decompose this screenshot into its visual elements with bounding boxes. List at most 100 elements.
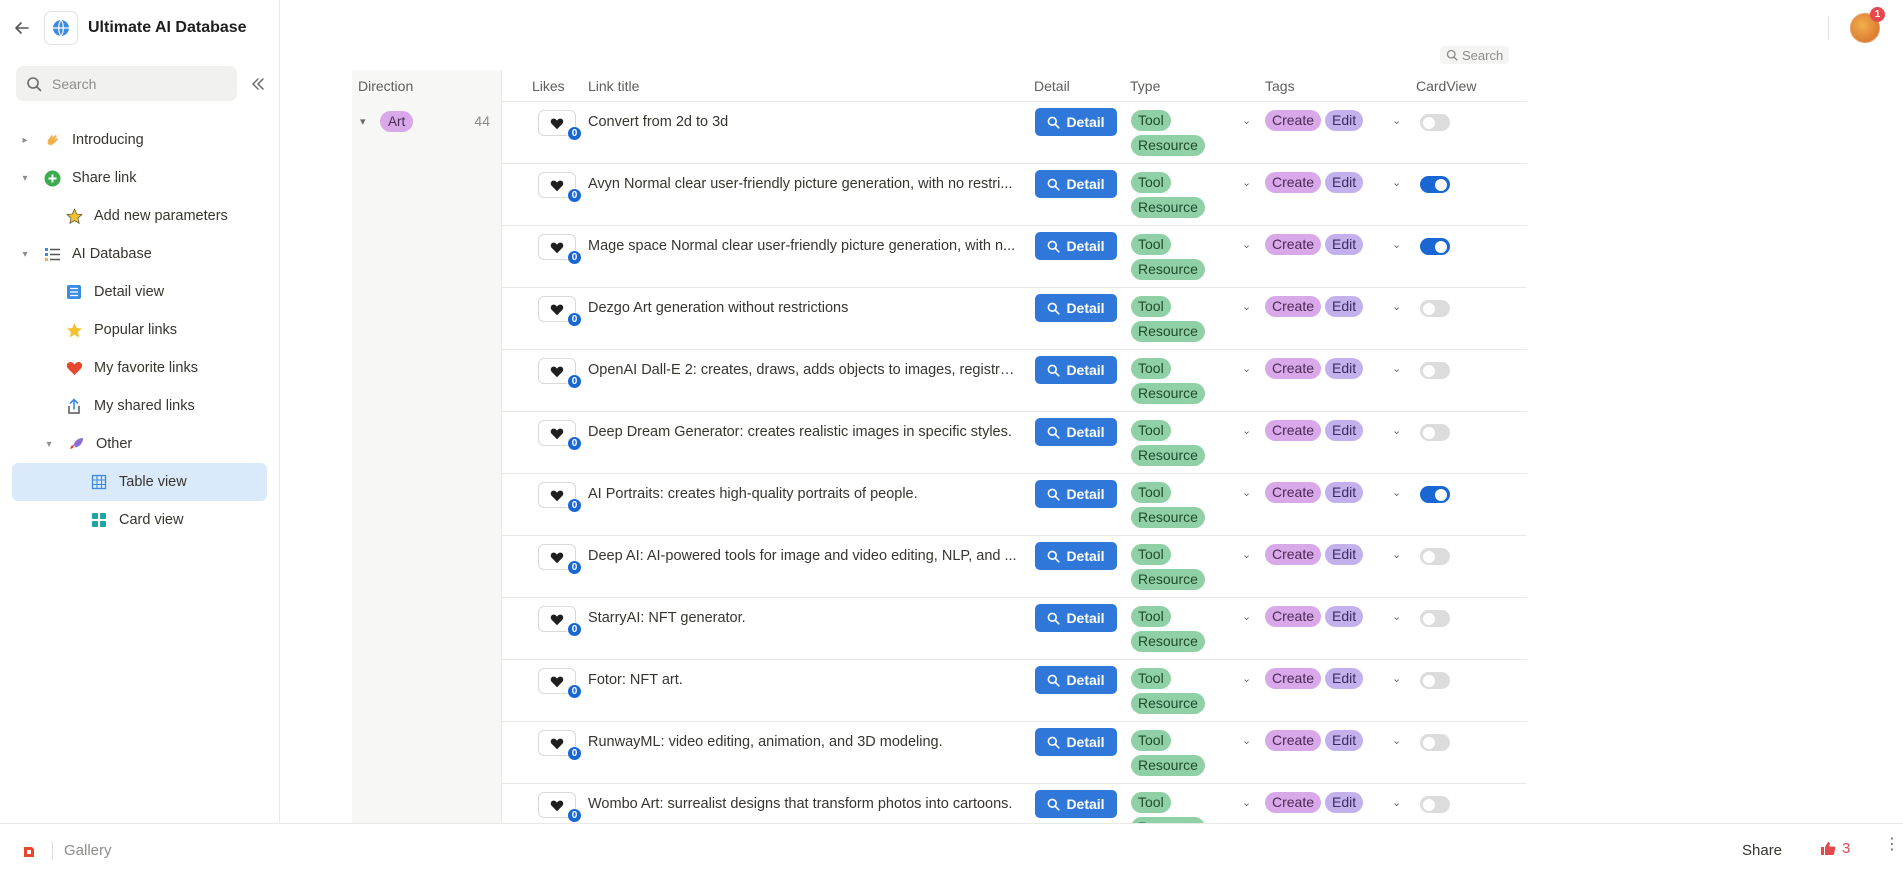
- back-button[interactable]: [12, 18, 32, 38]
- chevron-down-icon[interactable]: ⌄: [1242, 734, 1251, 747]
- column-header-detail[interactable]: Detail: [1034, 70, 1070, 102]
- chevron-down-icon[interactable]: ⌄: [1242, 238, 1251, 251]
- chevron-down-icon[interactable]: ⌄: [1242, 300, 1251, 313]
- detail-button[interactable]: Detail: [1035, 790, 1117, 818]
- detail-button[interactable]: Detail: [1035, 418, 1117, 446]
- detail-button[interactable]: Detail: [1035, 108, 1117, 136]
- cardview-toggle[interactable]: [1420, 610, 1450, 627]
- sidebar-search-input[interactable]: [52, 75, 222, 92]
- chevron-right-icon[interactable]: ▸: [18, 135, 32, 146]
- tags-cell[interactable]: Create Edit: [1265, 234, 1405, 255]
- chevron-down-icon[interactable]: ⌄: [1392, 548, 1401, 561]
- collapse-sidebar-button[interactable]: [249, 75, 267, 93]
- tags-cell[interactable]: Create Edit: [1265, 606, 1405, 627]
- chevron-down-icon[interactable]: ▾: [18, 173, 32, 184]
- type-cell[interactable]: Tool Resource: [1131, 234, 1251, 280]
- type-cell[interactable]: Tool Resource: [1131, 668, 1251, 714]
- type-cell[interactable]: Tool Resource: [1131, 172, 1251, 218]
- detail-button[interactable]: Detail: [1035, 356, 1117, 384]
- detail-button[interactable]: Detail: [1035, 480, 1117, 508]
- chevron-down-icon[interactable]: ⌄: [1242, 610, 1251, 623]
- type-cell[interactable]: Tool Resource: [1131, 358, 1251, 404]
- chevron-down-icon[interactable]: ⌄: [1392, 610, 1401, 623]
- sidebar-item-other[interactable]: ▾ Other: [12, 425, 267, 463]
- column-header-link-title[interactable]: Link title: [588, 70, 639, 102]
- link-title[interactable]: StarryAI: NFT generator.: [588, 610, 1018, 626]
- link-title[interactable]: RunwayML: video editing, animation, and …: [588, 734, 1018, 750]
- cardview-toggle[interactable]: [1420, 424, 1450, 441]
- detail-button[interactable]: Detail: [1035, 728, 1117, 756]
- sidebar-item-ai-database[interactable]: ▾ AI Database: [12, 235, 267, 273]
- chevron-down-icon[interactable]: ⌄: [1392, 114, 1401, 127]
- link-title[interactable]: Dezgo Art generation without restriction…: [588, 300, 1018, 316]
- link-title[interactable]: AI Portraits: creates high-quality portr…: [588, 486, 1018, 502]
- sidebar-item-detail-view[interactable]: Detail view: [12, 273, 267, 311]
- sidebar-item-my-shared-links[interactable]: My shared links: [12, 387, 267, 425]
- gallery-link[interactable]: Gallery: [64, 842, 112, 859]
- chevron-down-icon[interactable]: ▾: [42, 439, 56, 450]
- sidebar-item-introducing[interactable]: ▸ Introducing: [12, 121, 267, 159]
- cardview-toggle[interactable]: [1420, 796, 1450, 813]
- chevron-down-icon[interactable]: ⌄: [1392, 176, 1401, 189]
- detail-button[interactable]: Detail: [1035, 294, 1117, 322]
- more-options-button[interactable]: ⋮: [1884, 837, 1900, 853]
- tags-cell[interactable]: Create Edit: [1265, 668, 1405, 689]
- sidebar-item-table-view[interactable]: Table view: [12, 463, 267, 501]
- tags-cell[interactable]: Create Edit: [1265, 482, 1405, 503]
- chevron-down-icon[interactable]: ⌄: [1242, 424, 1251, 437]
- sidebar-search[interactable]: [16, 66, 238, 101]
- cardview-toggle[interactable]: [1420, 300, 1450, 317]
- detail-button[interactable]: Detail: [1035, 666, 1117, 694]
- cardview-toggle[interactable]: [1420, 362, 1450, 379]
- tags-cell[interactable]: Create Edit: [1265, 792, 1405, 813]
- cardview-toggle[interactable]: [1420, 238, 1450, 255]
- link-title[interactable]: Avyn Normal clear user-friendly picture …: [588, 176, 1018, 192]
- link-title[interactable]: OpenAI Dall-E 2: creates, draws, adds ob…: [588, 362, 1018, 378]
- tags-cell[interactable]: Create Edit: [1265, 420, 1405, 441]
- chevron-down-icon[interactable]: ▾: [18, 249, 32, 260]
- detail-button[interactable]: Detail: [1035, 542, 1117, 570]
- link-title[interactable]: Wombo Art: surrealist designs that trans…: [588, 796, 1018, 812]
- column-header-direction[interactable]: Direction: [358, 70, 413, 102]
- detail-button[interactable]: Detail: [1035, 170, 1117, 198]
- chevron-down-icon[interactable]: ⌄: [1242, 796, 1251, 809]
- table-search-button[interactable]: Search: [1440, 46, 1510, 64]
- link-title[interactable]: Fotor: NFT art.: [588, 672, 1018, 688]
- cardview-toggle[interactable]: [1420, 114, 1450, 131]
- column-header-likes[interactable]: Likes: [532, 70, 565, 102]
- type-cell[interactable]: Tool Resource: [1131, 482, 1251, 528]
- type-cell[interactable]: Tool Resource: [1131, 420, 1251, 466]
- sidebar-item-card-view[interactable]: Card view: [12, 501, 267, 539]
- chevron-down-icon[interactable]: ⌄: [1242, 548, 1251, 561]
- chevron-down-icon[interactable]: ⌄: [1392, 362, 1401, 375]
- column-header-tags[interactable]: Tags: [1265, 70, 1295, 102]
- likes-button[interactable]: 3: [1820, 840, 1850, 857]
- detail-button[interactable]: Detail: [1035, 604, 1117, 632]
- brand-logo[interactable]: [22, 845, 36, 859]
- cardview-toggle[interactable]: [1420, 176, 1450, 193]
- tags-cell[interactable]: Create Edit: [1265, 110, 1405, 131]
- sidebar-item-popular-links[interactable]: Popular links: [12, 311, 267, 349]
- sidebar-item-share-link[interactable]: ▾ Share link: [12, 159, 267, 197]
- type-cell[interactable]: Tool Resource: [1131, 110, 1251, 156]
- chevron-down-icon[interactable]: ⌄: [1242, 362, 1251, 375]
- chevron-down-icon[interactable]: ⌄: [1392, 300, 1401, 313]
- chevron-down-icon[interactable]: ⌄: [1392, 486, 1401, 499]
- type-cell[interactable]: Tool Resource: [1131, 730, 1251, 776]
- tags-cell[interactable]: Create Edit: [1265, 358, 1405, 379]
- type-cell[interactable]: Tool Resource: [1131, 606, 1251, 652]
- link-title[interactable]: Mage space Normal clear user-friendly pi…: [588, 238, 1018, 254]
- cardview-toggle[interactable]: [1420, 734, 1450, 751]
- group-header-art[interactable]: ▾ Art 44: [352, 108, 502, 134]
- link-title[interactable]: Deep Dream Generator: creates realistic …: [588, 424, 1018, 440]
- chevron-down-icon[interactable]: ⌄: [1242, 114, 1251, 127]
- chevron-down-icon[interactable]: ⌄: [1392, 734, 1401, 747]
- cardview-toggle[interactable]: [1420, 548, 1450, 565]
- link-title[interactable]: Deep AI: AI-powered tools for image and …: [588, 548, 1018, 564]
- tags-cell[interactable]: Create Edit: [1265, 544, 1405, 565]
- sidebar-item-my-favorite-links[interactable]: My favorite links: [12, 349, 267, 387]
- type-cell[interactable]: Tool Resource: [1131, 544, 1251, 590]
- sidebar-item-add-new-parameters[interactable]: Add new parameters: [12, 197, 267, 235]
- chevron-down-icon[interactable]: ⌄: [1242, 486, 1251, 499]
- chevron-down-icon[interactable]: ▾: [360, 115, 380, 128]
